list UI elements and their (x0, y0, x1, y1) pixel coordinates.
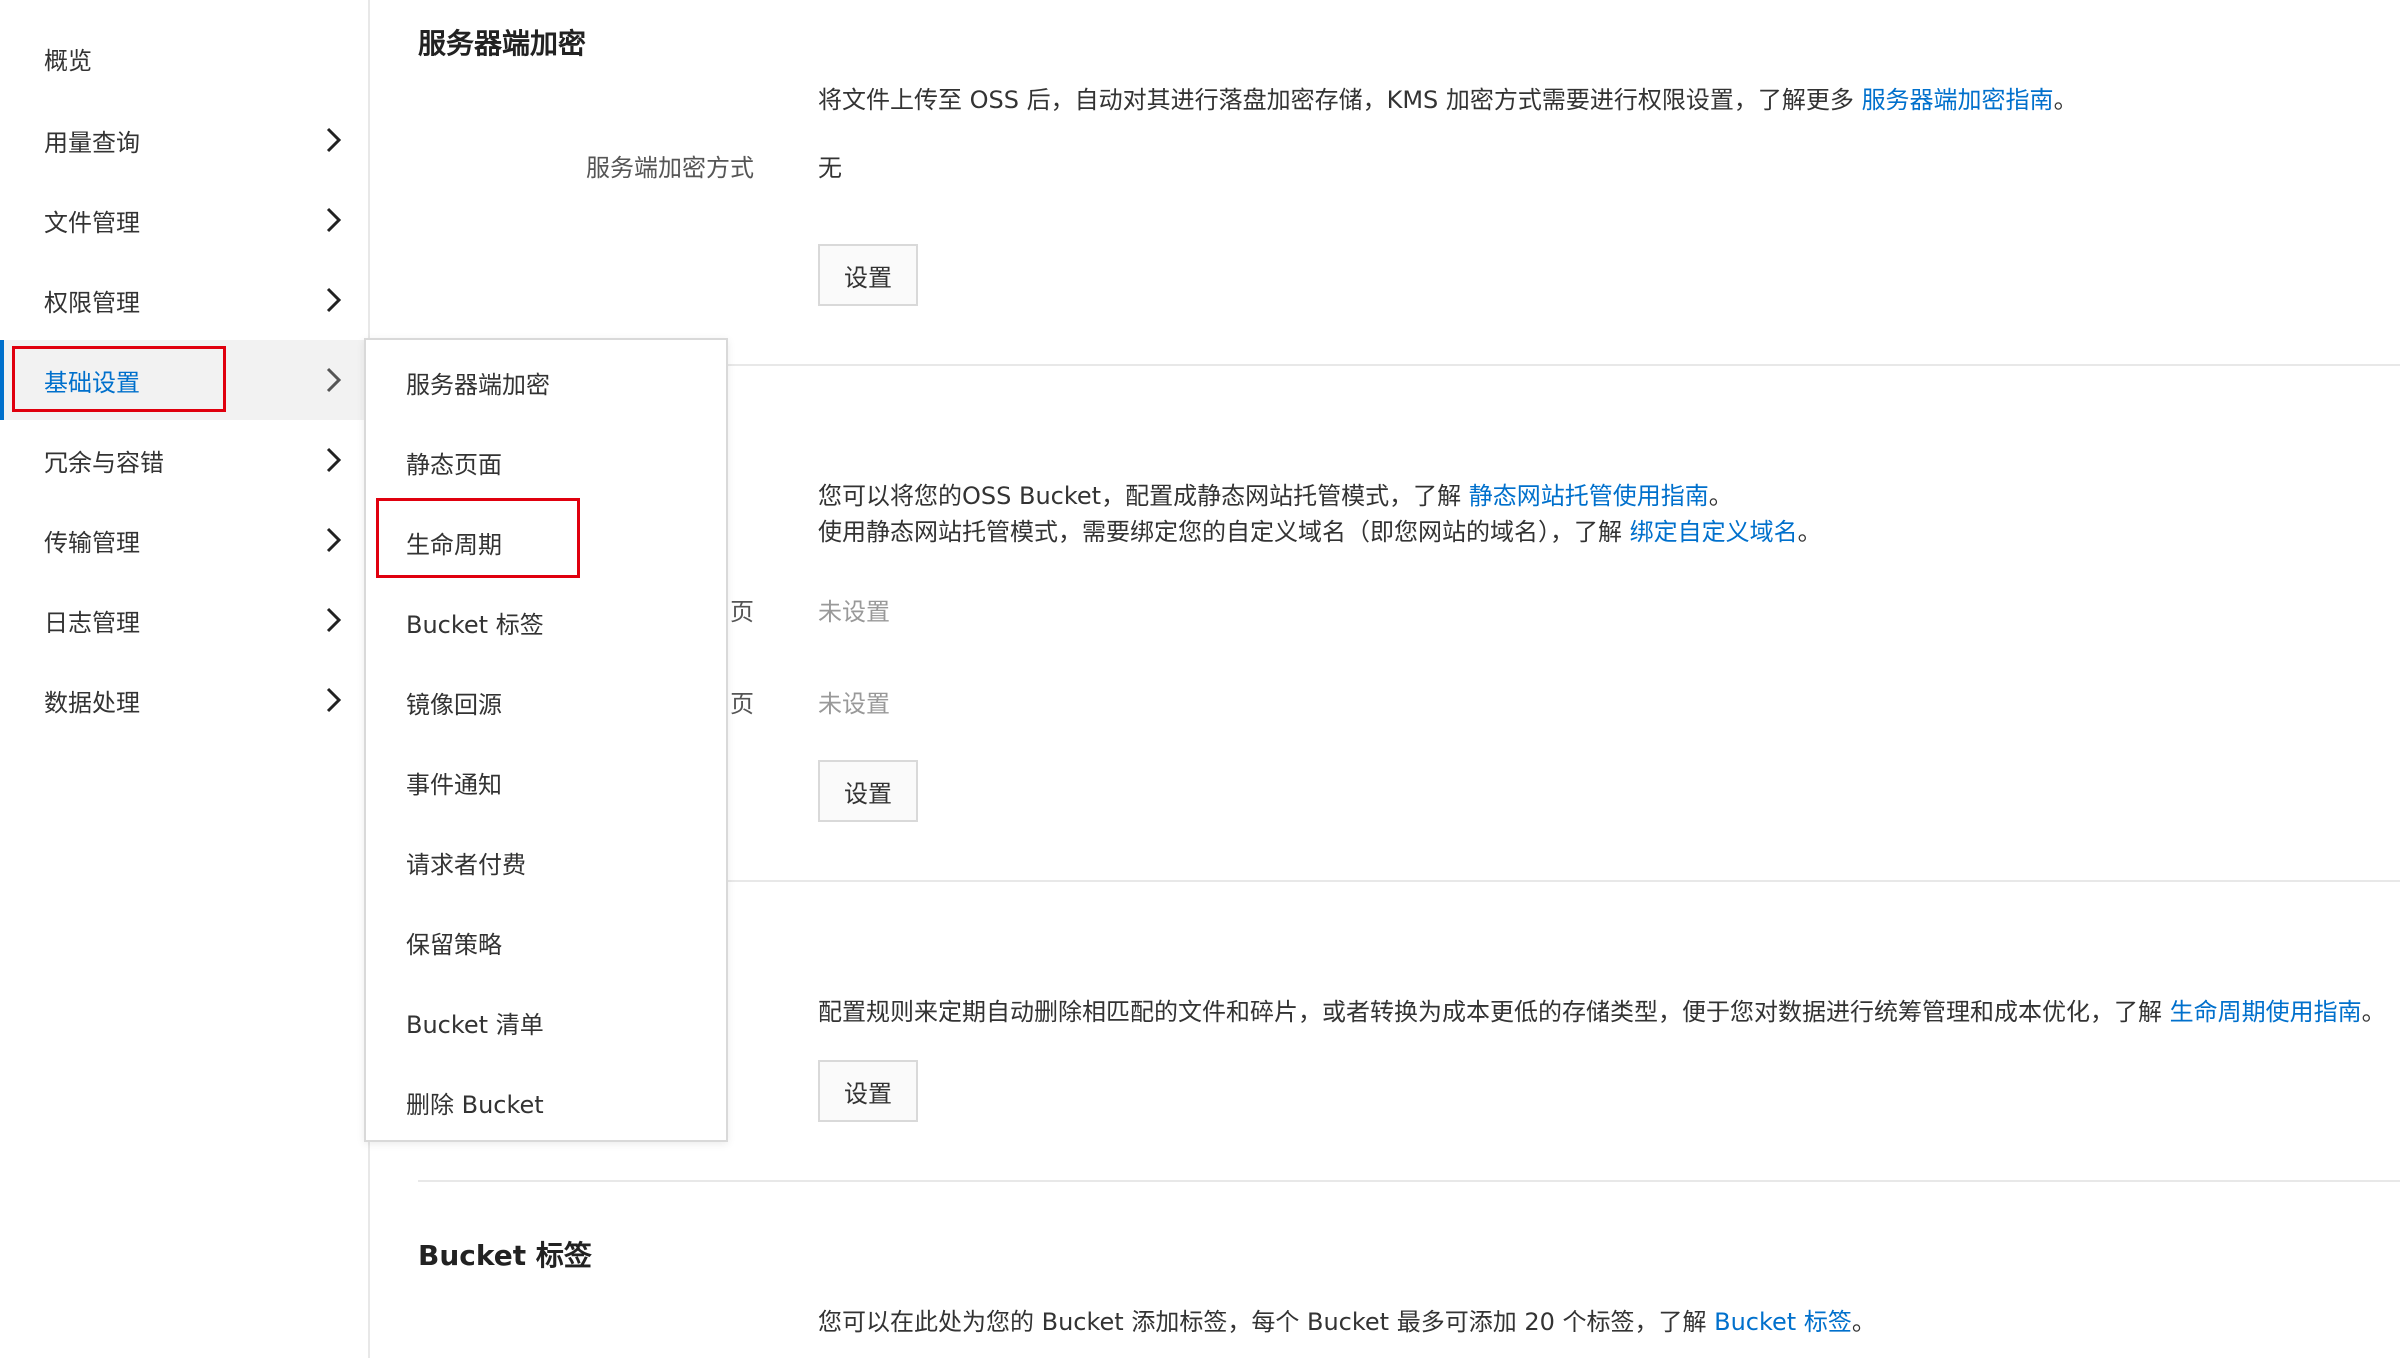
lifecycle-desc-text: 配置规则来定期自动删除相匹配的文件和碎片，或者转换为成本更低的存储类型，便于您对… (818, 998, 2170, 1026)
chevron-right-icon (326, 527, 342, 553)
section-title-encryption: 服务器端加密 (418, 27, 587, 60)
static-hosting-guide-link[interactable]: 静态网站托管使用指南 (1469, 482, 1709, 510)
submenu-item-delete-bucket[interactable]: 删除 Bucket (406, 1070, 706, 1134)
lifecycle-guide-link[interactable]: 生命周期使用指南 (2170, 998, 2362, 1026)
lifecycle-settings-button[interactable]: 设置 (818, 1060, 918, 1122)
submenu-item-mirror-source[interactable]: 镜像回源 (406, 670, 706, 734)
chevron-right-icon (326, 687, 342, 713)
section-title-bucket-tags: Bucket 标签 (418, 1239, 592, 1272)
highlight-box-basic-settings (12, 346, 226, 412)
sidebar-item-redundancy[interactable]: 冗余与容错 (0, 420, 368, 500)
encryption-settings-button[interactable]: 设置 (818, 244, 918, 306)
bucket-tags-description: 您可以在此处为您的 Bucket 添加标签，每个 Bucket 最多可添加 20… (818, 1302, 1876, 1337)
sidebar-item-label: 传输管理 (44, 528, 140, 557)
lifecycle-desc-end: 。 (2361, 998, 2386, 1026)
sidebar: 概览 用量查询 文件管理 权限管理 基础设置 冗余与容错 传输管理 日志管理 数… (0, 0, 370, 1358)
sidebar-item-label: 概览 (44, 46, 92, 75)
static-desc1-end: 。 (1708, 482, 1733, 510)
encryption-desc-text: 将文件上传至 OSS 后，自动对其进行落盘加密存储，KMS 加密方式需要进行权限… (818, 86, 1862, 114)
chevron-right-icon (326, 287, 342, 313)
bucket-tags-desc-text: 您可以在此处为您的 Bucket 添加标签，每个 Bucket 最多可添加 20… (818, 1308, 1715, 1336)
default-homepage-label: 页 (730, 598, 754, 626)
sidebar-item-label: 权限管理 (44, 288, 140, 317)
submenu-item-event-notification[interactable]: 事件通知 (406, 750, 706, 814)
default-404-value: 未设置 (818, 690, 890, 718)
static-page-settings-button[interactable]: 设置 (818, 760, 918, 822)
section-divider (418, 1180, 2400, 1182)
encryption-guide-link[interactable]: 服务器端加密指南 (1862, 86, 2054, 114)
sidebar-item-label: 文件管理 (44, 208, 140, 237)
submenu-item-bucket-inventory[interactable]: Bucket 清单 (406, 990, 706, 1054)
basic-settings-submenu: 服务器端加密 静态页面 生命周期 Bucket 标签 镜像回源 事件通知 请求者… (364, 338, 728, 1142)
default-homepage-value: 未设置 (818, 598, 890, 626)
sidebar-item-label: 用量查询 (44, 128, 140, 157)
default-404-label: 页 (730, 690, 754, 718)
static-page-description-1: 您可以将您的OSS Bucket，配置成静态网站托管模式，了解 静态网站托管使用… (818, 476, 1733, 511)
encryption-mode-value: 无 (818, 154, 842, 182)
chevron-right-icon (326, 607, 342, 633)
sidebar-item-transfer[interactable]: 传输管理 (0, 500, 368, 580)
sidebar-item-label: 日志管理 (44, 608, 140, 637)
static-desc2-end: 。 (1797, 518, 1822, 546)
encryption-desc-end: 。 (2053, 86, 2078, 114)
highlight-box-lifecycle (376, 498, 580, 578)
sidebar-item-label: 数据处理 (44, 688, 140, 717)
submenu-item-static-page[interactable]: 静态页面 (406, 430, 706, 494)
sidebar-item-usage[interactable]: 用量查询 (0, 100, 368, 180)
static-desc2-text: 使用静态网站托管模式，需要绑定您的自定义域名（即您网站的域名），了解 (818, 518, 1630, 546)
chevron-right-icon (326, 127, 342, 153)
encryption-description: 将文件上传至 OSS 后，自动对其进行落盘加密存储，KMS 加密方式需要进行权限… (818, 80, 2078, 115)
submenu-item-encryption[interactable]: 服务器端加密 (406, 350, 706, 414)
bucket-tags-link[interactable]: Bucket 标签 (1714, 1308, 1852, 1336)
chevron-right-icon (326, 447, 342, 473)
static-desc1-text: 您可以将您的OSS Bucket，配置成静态网站托管模式，了解 (818, 482, 1469, 510)
sidebar-item-label: 冗余与容错 (44, 448, 164, 477)
sidebar-item-logs[interactable]: 日志管理 (0, 580, 368, 660)
sidebar-item-permissions[interactable]: 权限管理 (0, 260, 368, 340)
submenu-item-requester-pays[interactable]: 请求者付费 (406, 830, 706, 894)
submenu-item-bucket-tags[interactable]: Bucket 标签 (406, 590, 706, 654)
encryption-mode-label: 服务端加密方式 (586, 154, 754, 182)
custom-domain-link[interactable]: 绑定自定义域名 (1630, 518, 1798, 546)
chevron-right-icon (326, 367, 342, 393)
sidebar-item-overview[interactable]: 概览 (0, 18, 368, 98)
bucket-tags-desc-end: 。 (1851, 1308, 1876, 1336)
sidebar-item-files[interactable]: 文件管理 (0, 180, 368, 260)
chevron-right-icon (326, 207, 342, 233)
sidebar-item-data-processing[interactable]: 数据处理 (0, 660, 368, 740)
submenu-item-retention-policy[interactable]: 保留策略 (406, 910, 706, 974)
static-page-description-2: 使用静态网站托管模式，需要绑定您的自定义域名（即您网站的域名），了解 绑定自定义… (818, 512, 1822, 547)
lifecycle-description: 配置规则来定期自动删除相匹配的文件和碎片，或者转换为成本更低的存储类型，便于您对… (818, 992, 2386, 1027)
